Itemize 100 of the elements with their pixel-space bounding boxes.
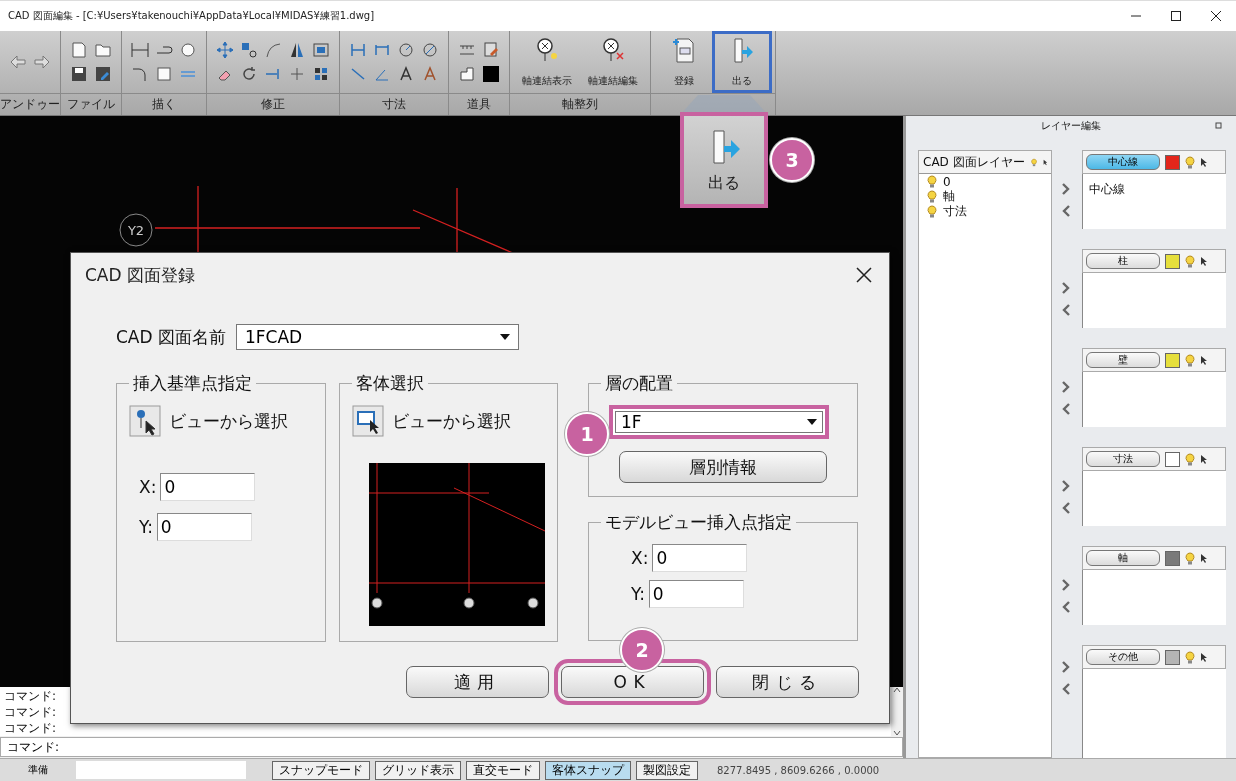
group-label: アンドゥー xyxy=(0,93,60,115)
chevron-left-icon xyxy=(1062,683,1070,695)
name-dropdown[interactable]: 1FCAD xyxy=(236,324,519,350)
pick-button[interactable]: ビューから選択 xyxy=(129,405,313,437)
layer-button[interactable]: 中心線 xyxy=(1086,154,1160,170)
command-log-line: コマンド: xyxy=(4,704,57,720)
ribbon-button[interactable]: 軸連結編集 xyxy=(582,34,644,90)
properties-icon xyxy=(481,40,501,60)
dropdown-arrow-icon xyxy=(499,333,511,341)
layer-item[interactable]: 0 xyxy=(943,174,951,189)
color-swatch[interactable] xyxy=(1165,649,1180,665)
list-header: CAD 図面レイヤー xyxy=(923,153,1025,171)
coordinates-readout: 8277.8495 , 8609.6266 , 0.0000 xyxy=(717,764,880,776)
layer-button[interactable]: 寸法 xyxy=(1086,451,1160,467)
floppy-icon xyxy=(69,64,89,84)
layer-item[interactable]: 中心線 xyxy=(1089,182,1125,196)
axis-label: Y2 xyxy=(127,223,145,238)
layer-info-button[interactable]: 層別情報 xyxy=(619,451,827,483)
chevron-right-icon xyxy=(1062,381,1070,393)
cursor-icon xyxy=(1200,255,1207,267)
color-swatch[interactable] xyxy=(1165,253,1180,269)
mode-toggle[interactable]: スナップモード xyxy=(272,760,370,780)
bulb-icon xyxy=(927,175,937,188)
color-swatch[interactable] xyxy=(1165,352,1180,368)
mode-toggle[interactable]: 直交モード xyxy=(466,760,540,780)
command-log-line: コマンド: xyxy=(4,720,57,736)
cursor-icon xyxy=(1200,354,1207,366)
pick-button[interactable]: ビューから選択 xyxy=(352,405,545,437)
group-label: 寸法 xyxy=(340,93,448,115)
zoomed-label: 出る xyxy=(708,172,740,194)
command-field[interactable]: コマンド: xyxy=(0,737,903,757)
dialog-button[interactable]: 適用 xyxy=(406,666,549,698)
copy-icon xyxy=(239,40,259,60)
radius-icon xyxy=(396,40,416,60)
bulb-icon xyxy=(1185,551,1195,565)
layer-button[interactable]: 壁 xyxy=(1086,352,1160,368)
maximize-icon xyxy=(1171,11,1181,21)
coordinate-field[interactable]: 0 xyxy=(652,544,748,572)
dialog-button[interactable]: 閉じる xyxy=(716,666,859,698)
bulb-icon xyxy=(1185,353,1195,367)
chevron-right-icon xyxy=(1062,480,1070,492)
group-title: モデルビュー挿入点指定 xyxy=(604,511,793,534)
ribbon-button[interactable]: 軸連結表示 xyxy=(516,34,578,90)
color-swatch[interactable] xyxy=(1165,550,1180,566)
scrollbar[interactable] xyxy=(891,687,903,737)
dropdown-arrow-icon xyxy=(806,418,818,426)
arc-icon xyxy=(263,40,283,60)
cursor-icon xyxy=(1200,156,1207,168)
diameter-icon xyxy=(420,40,440,60)
cursor-icon xyxy=(1200,552,1207,564)
circle-icon xyxy=(178,40,198,60)
layer-item[interactable]: 寸法 xyxy=(943,203,967,220)
coordinate-label: Y: xyxy=(631,584,645,604)
swatch-icon xyxy=(481,64,501,84)
dialog-title: CAD 図面登録 xyxy=(85,263,195,287)
group-title: 層の配置 xyxy=(604,372,674,395)
field-label: CAD 図面名前 xyxy=(116,325,226,349)
coordinate-field[interactable]: 0 xyxy=(648,580,744,608)
mode-toggle[interactable]: 客体スナップ xyxy=(545,760,631,780)
group-label: 軸整列 xyxy=(510,93,650,115)
coordinate-label: Y: xyxy=(139,517,153,537)
cursor-icon xyxy=(1200,651,1207,663)
frame-icon xyxy=(457,64,477,84)
window-title: CAD 図面編集 - [C:¥Users¥takenouchi¥AppData¥Local¥MIDAS¥練習1.dwg] xyxy=(7,9,376,23)
group-title: 挿入基準点指定 xyxy=(132,372,253,395)
mode-toggle[interactable]: 製図設定 xyxy=(636,760,698,780)
status-text: 準備 xyxy=(27,763,49,777)
layer-dropdown[interactable]: 1F xyxy=(609,405,829,439)
line-icon xyxy=(130,40,150,60)
cursor-icon xyxy=(1200,453,1207,465)
group-title: 客体選択 xyxy=(355,372,425,395)
layer-button[interactable]: その他 xyxy=(1086,649,1160,665)
group-label: 道具 xyxy=(449,93,509,115)
chevron-right-icon xyxy=(1062,579,1070,591)
pin-pointer-icon xyxy=(129,405,161,437)
chevron-right-icon xyxy=(1062,183,1070,195)
group-label: ファイル xyxy=(61,93,121,115)
bulb-icon xyxy=(1185,155,1195,169)
ribbon-button[interactable]: 登録 xyxy=(657,34,711,90)
floppy-pencil-icon xyxy=(93,64,113,84)
layer-button[interactable]: 軸 xyxy=(1086,550,1160,566)
color-swatch[interactable] xyxy=(1165,154,1180,170)
layer-item[interactable]: 軸 xyxy=(943,188,955,205)
ribbon-button[interactable]: 出る xyxy=(715,34,769,90)
color-swatch[interactable] xyxy=(1165,451,1180,467)
chevron-left-icon xyxy=(1062,502,1070,514)
coordinate-field[interactable]: 0 xyxy=(156,513,252,541)
chevron-left-icon xyxy=(1062,601,1070,613)
bulb-icon xyxy=(927,190,937,203)
bulb-icon xyxy=(1185,254,1195,268)
chevron-left-icon xyxy=(1062,205,1070,217)
mode-toggle[interactable]: グリッド表示 xyxy=(375,760,461,780)
move-icon xyxy=(215,40,235,60)
coordinate-label: X: xyxy=(631,548,649,568)
bulb-icon xyxy=(1185,452,1195,466)
coordinate-field[interactable]: 0 xyxy=(160,473,256,501)
chevron-left-icon xyxy=(1062,403,1070,415)
page-icon xyxy=(69,40,89,60)
layer-button[interactable]: 柱 xyxy=(1086,253,1160,269)
panel-title: レイヤー編集 xyxy=(1041,119,1101,133)
